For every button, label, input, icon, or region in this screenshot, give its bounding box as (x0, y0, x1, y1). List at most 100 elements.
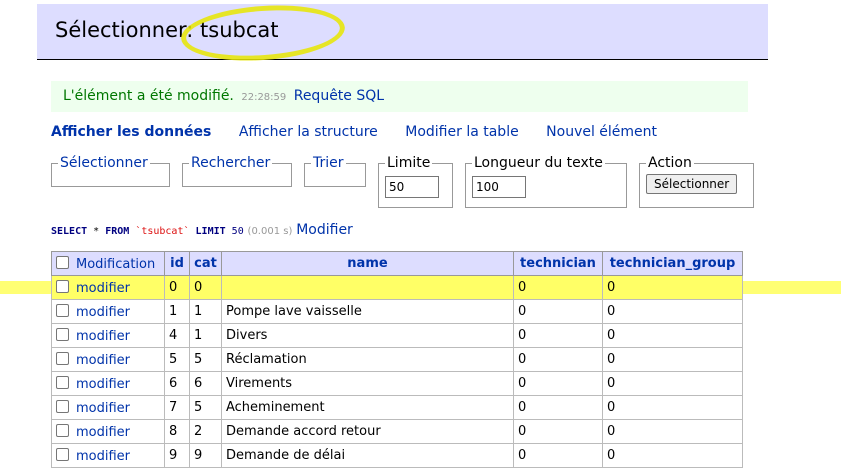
row-edit-link[interactable]: modifier (76, 377, 130, 392)
edit-sql-link[interactable]: Modifier (296, 222, 353, 238)
cell-name (221, 275, 514, 300)
cell-technician: 0 (513, 443, 603, 468)
sort-legend[interactable]: Trier (311, 155, 346, 171)
cell-cat: 5 (189, 395, 222, 420)
cell-cat: 2 (189, 419, 222, 444)
header-modification[interactable]: Modification (51, 251, 165, 276)
header-technician-group[interactable]: technician_group (602, 251, 743, 276)
cell-name: Demande de délai (221, 443, 514, 468)
action-legend: Action (648, 155, 692, 171)
select-button[interactable]: Sélectionner (646, 174, 738, 194)
header-id[interactable]: id (164, 251, 190, 276)
select-all-checkbox[interactable] (56, 255, 69, 269)
header-technician[interactable]: technician (513, 251, 603, 276)
message-time: 22:28:59 (241, 92, 287, 103)
limit-legend: Limite (387, 155, 431, 171)
cell-id: 7 (164, 395, 190, 420)
page-header: Sélectionner: tsubcat (37, 4, 768, 60)
header-cat[interactable]: cat (189, 251, 222, 276)
row-checkbox[interactable] (56, 375, 69, 389)
row-select-cell: modifier (51, 299, 165, 324)
row-edit-link[interactable]: modifier (76, 329, 130, 344)
row-select-cell: modifier (51, 371, 165, 396)
cell-id: 9 (164, 443, 190, 468)
cell-id: 4 (164, 323, 190, 348)
table-row: modifier 1 1 Pompe lave vaisselle 0 0 (51, 299, 743, 324)
page-title: Sélectionner: tsubcat (55, 18, 279, 42)
cell-technician-group: 0 (602, 443, 743, 468)
cell-cat: 5 (189, 347, 222, 372)
data-table: Modification id cat name technician tech… (51, 251, 743, 468)
table-row: modifier 0 0 0 0 (51, 275, 743, 300)
table-row: modifier 9 9 Demande de délai 0 0 (51, 443, 743, 468)
sort-fieldset[interactable]: Trier (304, 155, 366, 187)
table-row: modifier 7 5 Acheminement 0 0 (51, 395, 743, 420)
alter-table-link[interactable]: Modifier la table (405, 124, 518, 140)
cell-name: Pompe lave vaisselle (221, 299, 514, 324)
limit-input[interactable] (385, 176, 439, 198)
table-row: modifier 8 2 Demande accord retour 0 0 (51, 419, 743, 444)
cell-technician-group: 0 (602, 395, 743, 420)
cell-cat: 0 (189, 275, 222, 300)
text-length-input[interactable] (472, 176, 526, 198)
cell-id: 1 (164, 299, 190, 324)
sql-query-link[interactable]: Requête SQL (294, 88, 384, 104)
cell-cat: 6 (189, 371, 222, 396)
sql-time: (0.001 s) (247, 226, 293, 237)
cell-technician: 0 (513, 347, 603, 372)
sql-query: SELECT * FROM `tsubcat` LIMIT 50 (0.001 … (51, 222, 353, 238)
cell-technician-group: 0 (602, 347, 743, 372)
limit-fieldset: Limite (378, 155, 453, 208)
message-text: L'élément a été modifié. (63, 88, 234, 104)
row-edit-link[interactable]: modifier (76, 305, 130, 320)
cell-name: Demande accord retour (221, 419, 514, 444)
row-checkbox[interactable] (56, 327, 69, 341)
cell-technician: 0 (513, 323, 603, 348)
row-edit-link[interactable]: modifier (76, 401, 130, 416)
row-select-cell: modifier (51, 275, 165, 300)
row-checkbox[interactable] (56, 303, 69, 317)
row-checkbox[interactable] (56, 423, 69, 437)
show-structure-link[interactable]: Afficher la structure (239, 124, 378, 140)
select-fieldset[interactable]: Sélectionner (51, 155, 170, 187)
select-legend[interactable]: Sélectionner (58, 155, 150, 171)
cell-technician-group: 0 (602, 371, 743, 396)
cell-id: 8 (164, 419, 190, 444)
cell-technician-group: 0 (602, 299, 743, 324)
row-checkbox[interactable] (56, 279, 69, 293)
row-checkbox[interactable] (56, 351, 69, 365)
cell-technician: 0 (513, 419, 603, 444)
table-row: modifier 4 1 Divers 0 0 (51, 323, 743, 348)
cell-name: Réclamation (221, 347, 514, 372)
table-header-row: Modification id cat name technician tech… (51, 251, 743, 276)
success-message: L'élément a été modifié. 22:28:59 Requêt… (51, 81, 748, 112)
cell-technician-group: 0 (602, 323, 743, 348)
row-edit-link[interactable]: modifier (76, 281, 130, 296)
cell-technician-group: 0 (602, 275, 743, 300)
row-edit-link[interactable]: modifier (76, 353, 130, 368)
row-checkbox[interactable] (56, 447, 69, 461)
table-row: modifier 5 5 Réclamation 0 0 (51, 347, 743, 372)
new-item-link[interactable]: Nouvel élément (546, 124, 657, 140)
row-select-cell: modifier (51, 395, 165, 420)
cell-cat: 1 (189, 323, 222, 348)
cell-technician: 0 (513, 371, 603, 396)
row-select-cell: modifier (51, 419, 165, 444)
cell-technician: 0 (513, 395, 603, 420)
cell-cat: 9 (189, 443, 222, 468)
row-select-cell: modifier (51, 323, 165, 348)
cell-cat: 1 (189, 299, 222, 324)
cell-id: 5 (164, 347, 190, 372)
row-select-cell: modifier (51, 443, 165, 468)
row-edit-link[interactable]: modifier (76, 449, 130, 464)
text-length-fieldset: Longueur du texte (465, 155, 627, 208)
show-data-link[interactable]: Afficher les données (51, 124, 211, 140)
search-fieldset[interactable]: Rechercher (182, 155, 292, 187)
row-checkbox[interactable] (56, 399, 69, 413)
cell-technician-group: 0 (602, 419, 743, 444)
search-legend[interactable]: Rechercher (189, 155, 272, 171)
cell-id: 0 (164, 275, 190, 300)
header-name[interactable]: name (221, 251, 514, 276)
row-edit-link[interactable]: modifier (76, 425, 130, 440)
table-row: modifier 6 6 Virements 0 0 (51, 371, 743, 396)
